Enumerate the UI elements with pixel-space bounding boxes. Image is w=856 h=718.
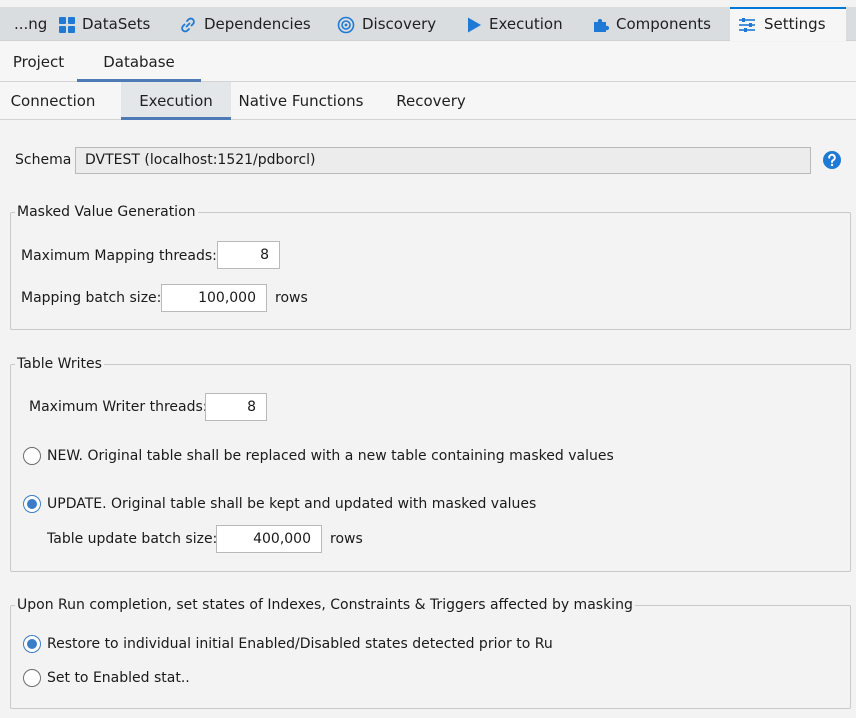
tab-execution[interactable]: Execution bbox=[464, 7, 574, 41]
table-writes-new-radio[interactable] bbox=[23, 447, 41, 465]
tab-discovery-label: Discovery bbox=[362, 15, 437, 33]
subtab-execution[interactable]: Execution bbox=[121, 82, 231, 120]
subtab-recovery-label: Recovery bbox=[396, 91, 466, 110]
tab-datasets[interactable]: DataSets bbox=[56, 7, 166, 41]
run-completion-restore-label[interactable]: Restore to individual initial Enabled/Di… bbox=[47, 636, 553, 652]
tab-dependencies-label: Dependencies bbox=[204, 15, 311, 33]
table-writes-new-label[interactable]: NEW. Original table shall be replaced wi… bbox=[47, 448, 614, 464]
tab-components[interactable]: Components bbox=[591, 7, 716, 41]
tab-settings[interactable]: Settings bbox=[730, 7, 846, 41]
mapping-threads-label: Maximum Mapping threads: bbox=[21, 248, 217, 264]
subtab-connection-label: Connection bbox=[10, 91, 96, 110]
tab-components-label: Components bbox=[616, 15, 711, 33]
schema-label: Schema bbox=[15, 152, 72, 168]
play-icon bbox=[468, 17, 481, 33]
grid-icon bbox=[59, 17, 75, 33]
subtab-database-label: Database bbox=[103, 52, 175, 71]
update-batch-size-input[interactable]: 400,000 bbox=[216, 525, 322, 553]
run-completion-group: Upon Run completion, set states of Index… bbox=[10, 597, 851, 709]
subtab-connection[interactable]: Connection bbox=[0, 82, 106, 119]
target-icon bbox=[337, 16, 355, 34]
sliders-icon bbox=[739, 18, 755, 32]
writer-threads-input[interactable]: 8 bbox=[205, 393, 267, 421]
subtab-recovery[interactable]: Recovery bbox=[384, 82, 478, 119]
table-writes-update-label[interactable]: UPDATE. Original table shall be kept and… bbox=[47, 496, 536, 512]
run-completion-restore-radio[interactable] bbox=[23, 635, 41, 653]
table-writes-title: Table Writes bbox=[17, 356, 102, 372]
tab-truncated[interactable]: ...ng bbox=[14, 7, 54, 41]
masked-value-generation-title: Masked Value Generation bbox=[17, 204, 196, 220]
schema-field[interactable]: DVTEST (localhost:1521/pdborcl) bbox=[75, 147, 811, 174]
subtab-native-functions-label: Native Functions bbox=[238, 91, 364, 110]
subtab-project-label: Project bbox=[12, 52, 65, 71]
tab-execution-label: Execution bbox=[489, 15, 563, 33]
table-writes-update-radio[interactable] bbox=[23, 495, 41, 513]
database-subtab-strip: Connection Execution Native Functions Re… bbox=[0, 82, 856, 120]
writer-threads-label: Maximum Writer threads: bbox=[29, 399, 208, 415]
subtab-project[interactable]: Project bbox=[0, 42, 77, 81]
subtab-database[interactable]: Database bbox=[77, 42, 201, 82]
tab-truncated-label: ...ng bbox=[14, 15, 48, 33]
run-completion-title: Upon Run completion, set states of Index… bbox=[17, 597, 633, 613]
mapping-batch-size-input[interactable]: 100,000 bbox=[161, 284, 267, 312]
update-batch-size-label: Table update batch size: bbox=[47, 531, 218, 547]
main-tab-strip: ...ng DataSets Dependencies Discovery Ex… bbox=[0, 7, 856, 41]
settings-subtab-strip: Project Database bbox=[0, 42, 856, 82]
mapping-batch-size-label: Mapping batch size: bbox=[21, 290, 162, 306]
link-icon bbox=[181, 17, 195, 33]
help-icon[interactable] bbox=[822, 150, 842, 170]
tab-settings-label: Settings bbox=[764, 15, 826, 33]
run-completion-enabled-label[interactable]: Set to Enabled stat.. bbox=[47, 670, 190, 686]
run-completion-enabled-radio[interactable] bbox=[23, 669, 41, 687]
subtab-native-functions[interactable]: Native Functions bbox=[231, 82, 371, 119]
mapping-threads-input[interactable]: 8 bbox=[217, 241, 280, 269]
tab-discovery[interactable]: Discovery bbox=[336, 7, 446, 41]
tab-datasets-label: DataSets bbox=[82, 15, 151, 33]
mapping-batch-size-unit: rows bbox=[275, 290, 308, 306]
puzzle-icon bbox=[594, 18, 610, 32]
subtab-execution-label: Execution bbox=[139, 91, 213, 110]
tab-dependencies[interactable]: Dependencies bbox=[178, 7, 318, 41]
masked-value-generation-group: Masked Value Generation bbox=[10, 204, 851, 330]
update-batch-size-unit: rows bbox=[330, 531, 363, 547]
